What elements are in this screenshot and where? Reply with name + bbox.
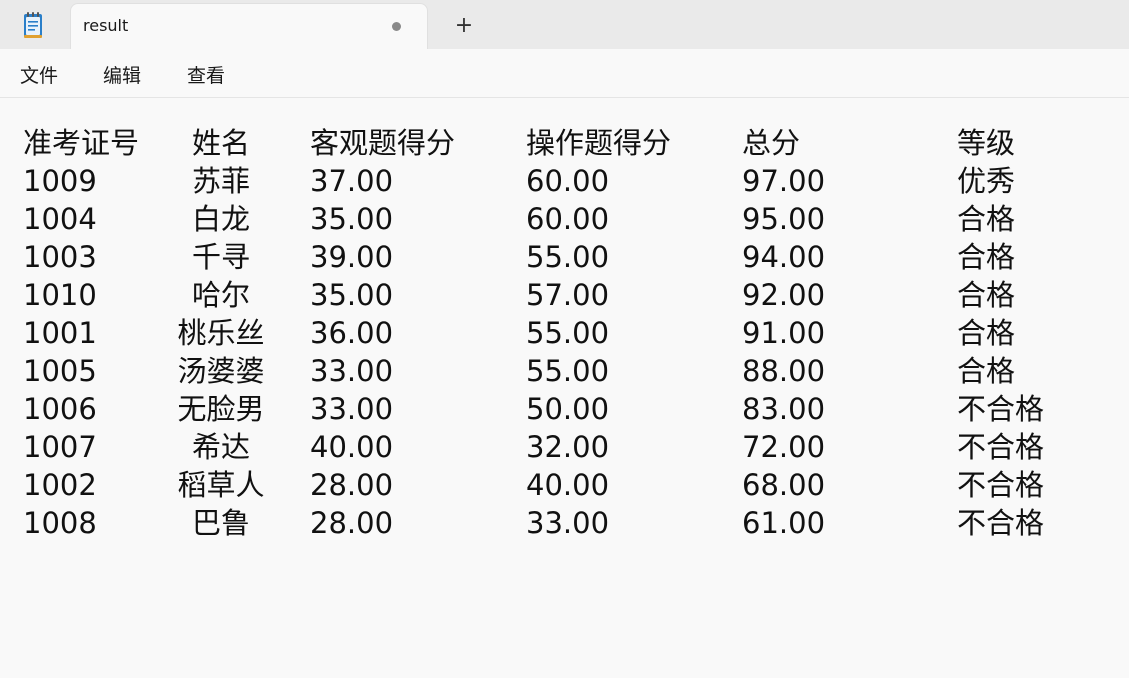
cell-grade: 合格 — [957, 316, 1016, 350]
tab-result[interactable]: result — [70, 3, 428, 49]
menu-file[interactable]: 文件 — [20, 61, 58, 88]
table-row: 1008 巴鲁 28.00 33.00 61.00 不合格 — [0, 504, 1129, 542]
table-row: 1009 苏菲 37.00 60.00 97.00 优秀 — [0, 162, 1129, 200]
cell-operation-score: 55.00 — [526, 316, 610, 350]
menu-view[interactable]: 查看 — [187, 61, 225, 88]
notepad-window: result + 文件 编辑 查看 准考证号 姓名 客观题得分 操作题得分 总分… — [0, 0, 1129, 678]
cell-id: 1004 — [23, 202, 97, 236]
cell-name: 哈尔 — [191, 278, 250, 312]
cell-operation-score: 55.00 — [526, 240, 610, 274]
cell-operation-score: 33.00 — [526, 506, 610, 540]
cell-total: 94.00 — [742, 240, 826, 274]
text-editor-area[interactable]: 准考证号 姓名 客观题得分 操作题得分 总分 等级 1009 苏菲 37.00 … — [0, 98, 1129, 678]
table-row: 1002 稻草人 28.00 40.00 68.00 不合格 — [0, 466, 1129, 504]
notepad-icon — [20, 11, 46, 39]
cell-id: 1003 — [23, 240, 97, 274]
cell-operation-score: 32.00 — [526, 430, 610, 464]
cell-id: 1006 — [23, 392, 97, 426]
cell-id: 1008 — [23, 506, 97, 540]
cell-grade: 合格 — [957, 202, 1016, 236]
cell-objective-score: 37.00 — [310, 164, 394, 198]
cell-objective-score: 35.00 — [310, 202, 394, 236]
cell-total: 92.00 — [742, 278, 826, 312]
cell-grade: 不合格 — [957, 506, 1045, 540]
cell-operation-score: 50.00 — [526, 392, 610, 426]
cell-name: 千寻 — [191, 240, 250, 274]
cell-total: 68.00 — [742, 468, 826, 502]
cell-objective-score: 40.00 — [310, 430, 394, 464]
cell-name: 希达 — [191, 430, 250, 464]
cell-grade: 优秀 — [957, 164, 1016, 198]
menu-bar: 文件 编辑 查看 — [0, 49, 1129, 98]
cell-operation-score: 60.00 — [526, 164, 610, 198]
unsaved-dot-icon[interactable] — [392, 22, 401, 31]
tab-bar: result + — [0, 0, 1129, 49]
new-tab-button[interactable]: + — [446, 8, 482, 44]
cell-total: 61.00 — [742, 506, 826, 540]
cell-name: 稻草人 — [177, 468, 265, 502]
cell-operation-score: 60.00 — [526, 202, 610, 236]
cell-grade: 合格 — [957, 278, 1016, 312]
cell-id: 1007 — [23, 430, 97, 464]
cell-total: 91.00 — [742, 316, 826, 350]
cell-name: 无脸男 — [177, 392, 265, 426]
table-header-row: 准考证号 姓名 客观题得分 操作题得分 总分 等级 — [0, 124, 1129, 162]
cell-objective-score: 28.00 — [310, 468, 394, 502]
header-id: 准考证号 — [23, 126, 140, 160]
cell-name: 巴鲁 — [191, 506, 250, 540]
cell-total: 83.00 — [742, 392, 826, 426]
cell-objective-score: 33.00 — [310, 354, 394, 388]
cell-objective-score: 35.00 — [310, 278, 394, 312]
table-row: 1007 希达 40.00 32.00 72.00 不合格 — [0, 428, 1129, 466]
cell-id: 1005 — [23, 354, 97, 388]
cell-operation-score: 40.00 — [526, 468, 610, 502]
header-objective-score: 客观题得分 — [310, 126, 456, 160]
header-total: 总分 — [742, 126, 801, 160]
cell-objective-score: 36.00 — [310, 316, 394, 350]
cell-id: 1001 — [23, 316, 97, 350]
cell-total: 88.00 — [742, 354, 826, 388]
cell-id: 1009 — [23, 164, 97, 198]
cell-name: 白龙 — [191, 202, 250, 236]
cell-grade: 合格 — [957, 240, 1016, 274]
table-row: 1003 千寻 39.00 55.00 94.00 合格 — [0, 238, 1129, 276]
cell-objective-score: 39.00 — [310, 240, 394, 274]
cell-id: 1010 — [23, 278, 97, 312]
header-operation-score: 操作题得分 — [526, 126, 672, 160]
cell-grade: 不合格 — [957, 430, 1045, 464]
cell-grade: 不合格 — [957, 392, 1045, 426]
cell-name: 桃乐丝 — [177, 316, 265, 350]
cell-grade: 合格 — [957, 354, 1016, 388]
table-row: 1004 白龙 35.00 60.00 95.00 合格 — [0, 200, 1129, 238]
tab-title: result — [83, 16, 129, 35]
cell-objective-score: 28.00 — [310, 506, 394, 540]
cell-grade: 不合格 — [957, 468, 1045, 502]
table-row: 1006 无脸男 33.00 50.00 83.00 不合格 — [0, 390, 1129, 428]
cell-total: 97.00 — [742, 164, 826, 198]
cell-operation-score: 55.00 — [526, 354, 610, 388]
menu-edit[interactable]: 编辑 — [103, 61, 141, 88]
cell-total: 72.00 — [742, 430, 826, 464]
cell-objective-score: 33.00 — [310, 392, 394, 426]
cell-total: 95.00 — [742, 202, 826, 236]
table-row: 1001 桃乐丝 36.00 55.00 91.00 合格 — [0, 314, 1129, 352]
table-row: 1005 汤婆婆 33.00 55.00 88.00 合格 — [0, 352, 1129, 390]
cell-operation-score: 57.00 — [526, 278, 610, 312]
cell-name: 汤婆婆 — [177, 354, 265, 388]
cell-name: 苏菲 — [191, 164, 250, 198]
header-grade: 等级 — [957, 126, 1016, 160]
table-row: 1010 哈尔 35.00 57.00 92.00 合格 — [0, 276, 1129, 314]
header-name: 姓名 — [191, 126, 250, 160]
cell-id: 1002 — [23, 468, 97, 502]
